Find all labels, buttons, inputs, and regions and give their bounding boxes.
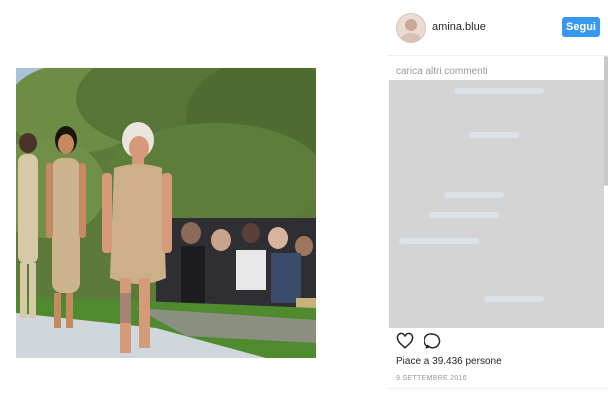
blurred-comment-line — [399, 238, 479, 244]
post-date: 9 SETTEMBRE 2016 — [396, 375, 467, 382]
username-link[interactable]: amina.blue — [432, 21, 486, 33]
follow-button[interactable]: Segui — [562, 17, 600, 37]
speech-bubble-icon[interactable] — [423, 332, 442, 350]
blurred-comment-line — [484, 296, 544, 302]
load-more-comments-link[interactable]: carica altri commenti — [396, 66, 488, 77]
post-header: amina.blue Segui — [388, 0, 608, 56]
profile-avatar[interactable] — [396, 13, 426, 43]
post-sidebar: amina.blue Segui carica altri commenti P… — [388, 0, 608, 400]
blurred-comment-line — [454, 88, 544, 94]
blurred-comment-line — [444, 192, 504, 198]
comments-area — [389, 80, 604, 328]
blurred-comment-line — [429, 212, 499, 218]
comments-scrollbar[interactable] — [604, 56, 608, 186]
post-photo[interactable] — [16, 68, 316, 358]
heart-outline-icon[interactable] — [396, 332, 414, 350]
likes-count[interactable]: Piace a 39.436 persone — [396, 356, 502, 367]
runway-photo-graphic — [16, 68, 316, 358]
blurred-comment-line — [469, 132, 519, 138]
divider — [388, 388, 608, 389]
avatar-graphic — [397, 14, 425, 42]
